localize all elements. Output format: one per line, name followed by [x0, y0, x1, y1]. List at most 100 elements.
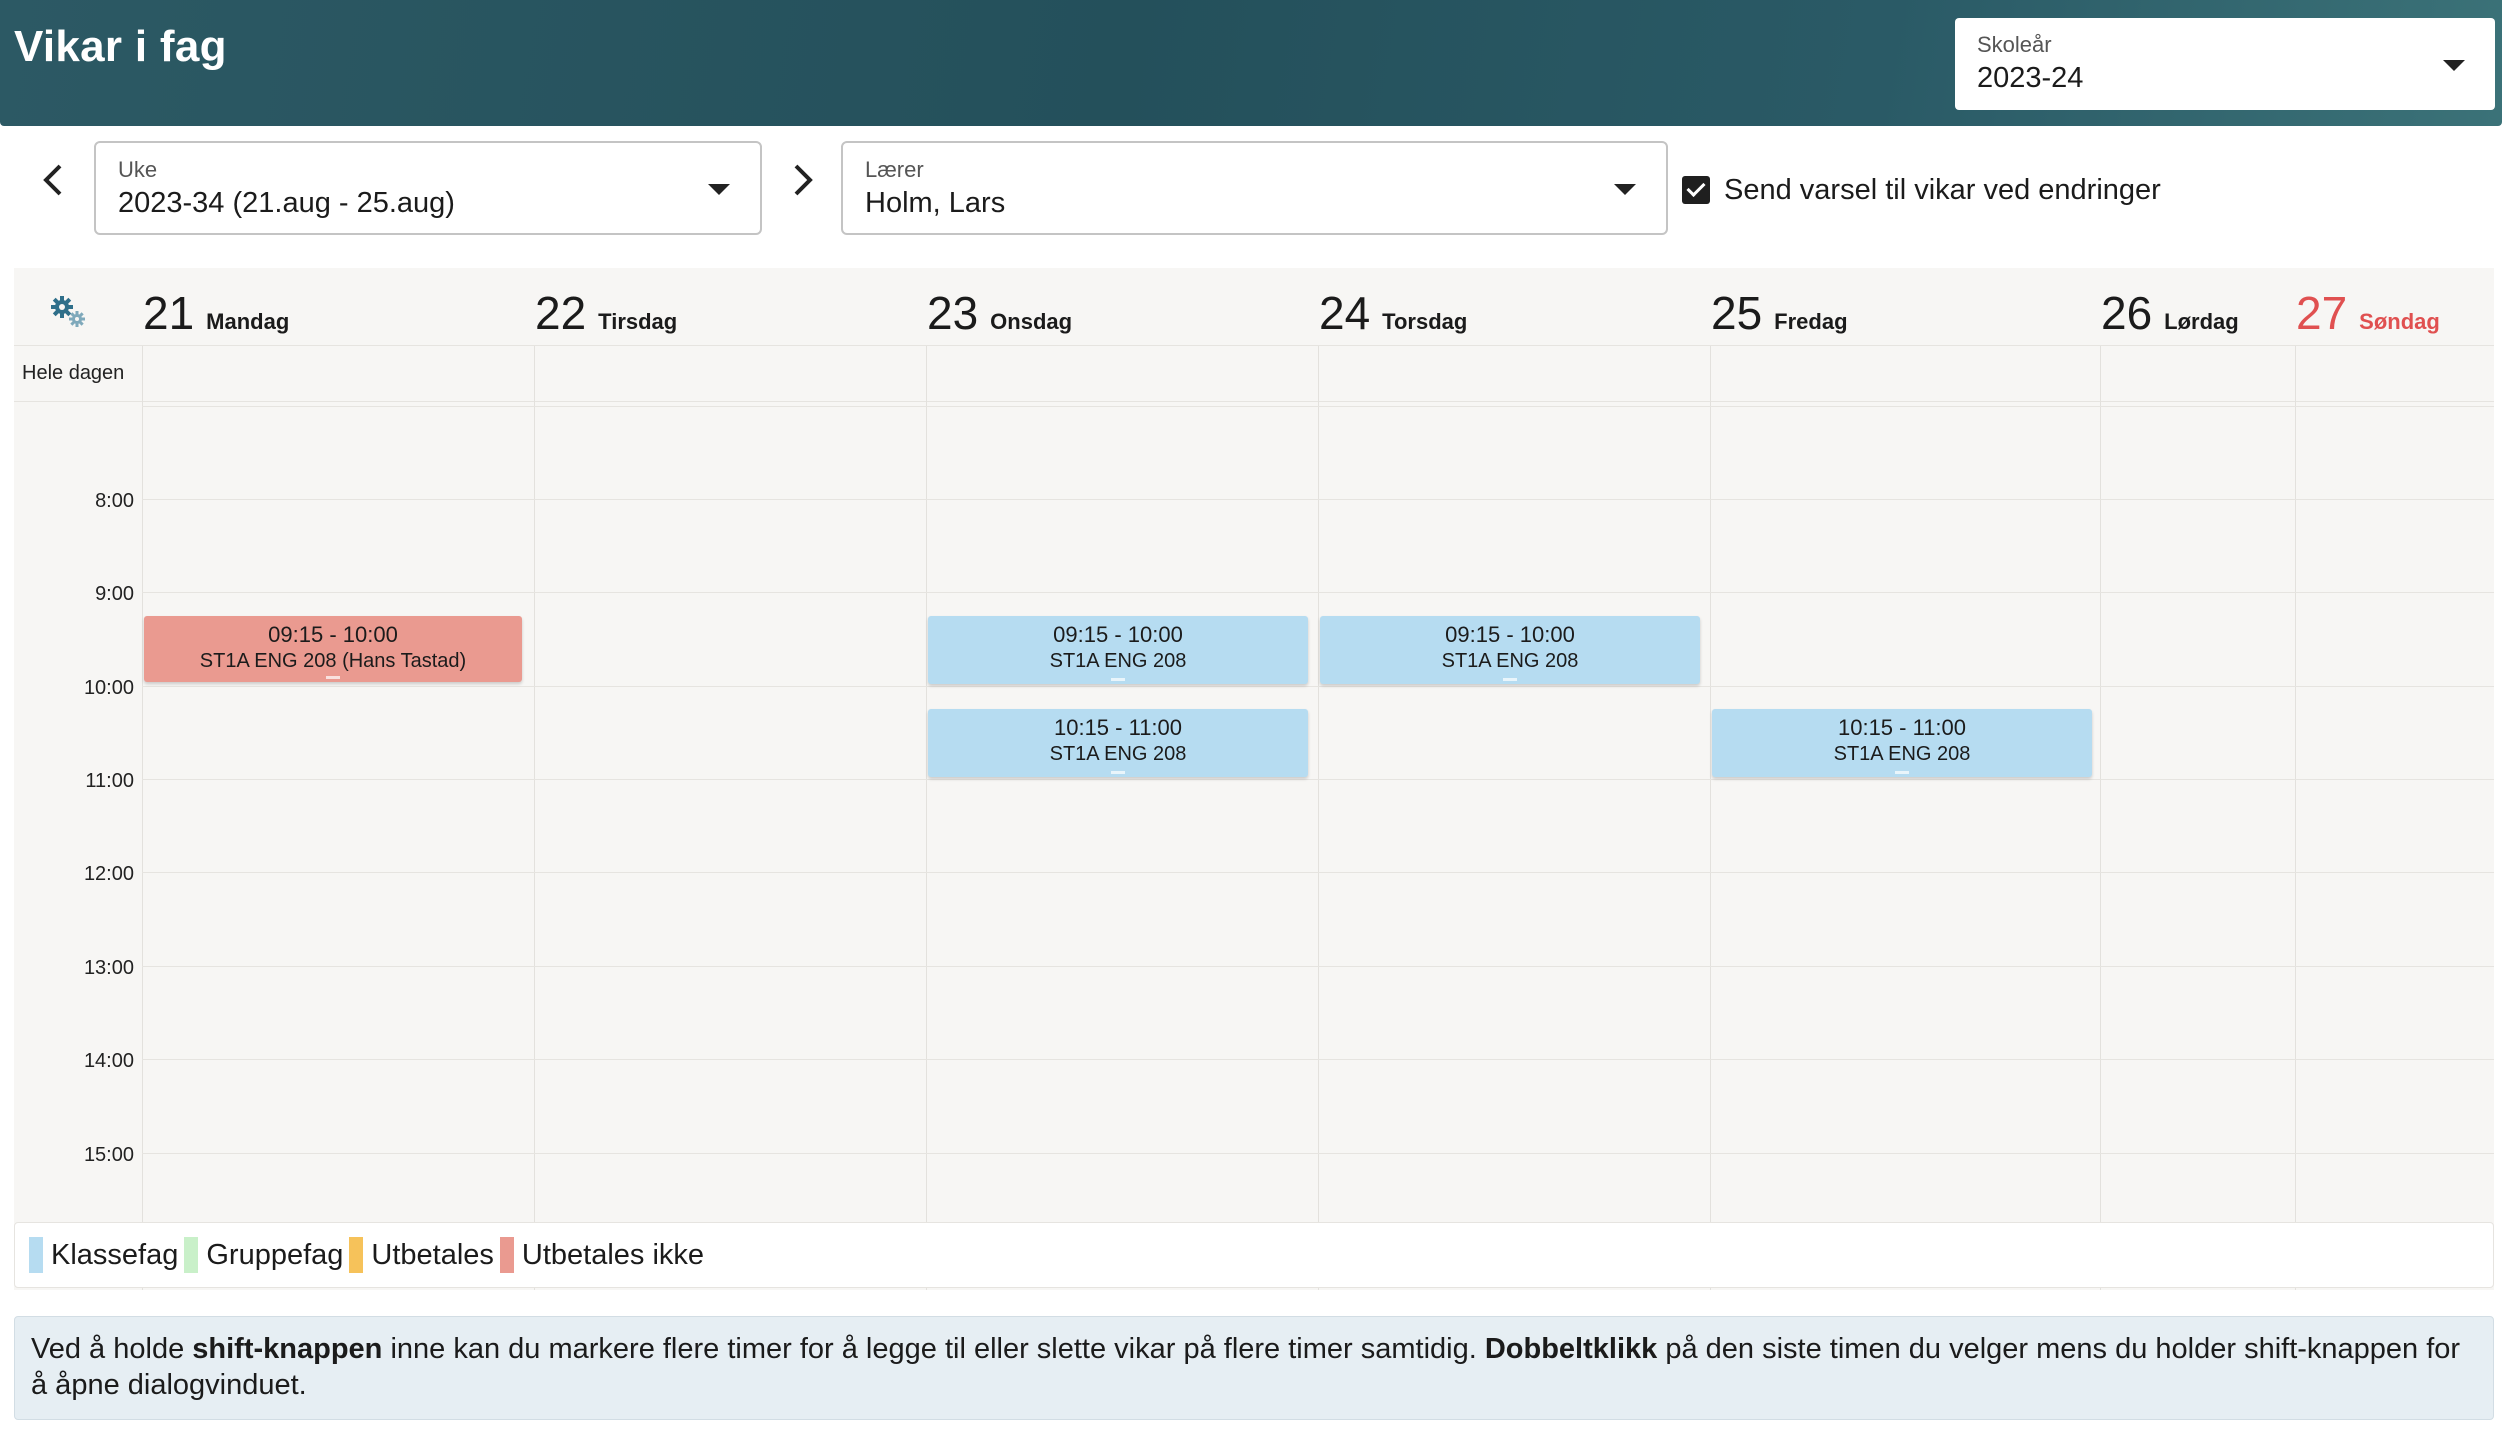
day-name: Onsdag [990, 309, 1073, 334]
legend-item: Utbetales [349, 1237, 494, 1273]
event-time: 10:15 - 11:00 [1837, 715, 1967, 740]
settings-gears-icon[interactable] [48, 294, 88, 330]
chevron-down-icon [1614, 184, 1636, 195]
day-name: Søndag [2359, 309, 2440, 334]
day-name: Lørdag [2164, 309, 2239, 334]
day-name: Fredag [1774, 309, 1848, 334]
day-header-mon[interactable]: 21 Mandag [143, 286, 289, 340]
week-calendar: 21 Mandag 22 Tirsdag 23 Onsdag 24 Torsda… [14, 268, 2494, 1290]
day-header-sun[interactable]: 27 Søndag [2296, 286, 2440, 340]
resize-handle[interactable] [1111, 678, 1125, 681]
grid-line [1318, 346, 1319, 1290]
legend-swatch [184, 1237, 199, 1273]
day-header-thu[interactable]: 24 Torsdag [1319, 286, 1467, 340]
resize-handle[interactable] [1111, 771, 1125, 774]
day-header-wed[interactable]: 23 Onsdag [927, 286, 1072, 340]
day-number: 23 [927, 287, 979, 339]
grid-line [142, 686, 2494, 687]
legend-label: Utbetales [371, 1238, 494, 1271]
time-label: 13:00 [83, 957, 134, 979]
grid-line [142, 346, 143, 1290]
day-name: Tirsdag [598, 309, 678, 334]
time-label: 15:00 [83, 1144, 134, 1166]
week-label: Uke [118, 157, 158, 182]
time-label: 12:00 [83, 863, 134, 885]
checkbox-checked-icon[interactable] [1682, 176, 1710, 204]
event-time: 10:15 - 11:00 [1053, 715, 1183, 740]
all-day-row[interactable]: Hele dagen [14, 346, 2494, 402]
legend-swatch [349, 1237, 364, 1273]
lesson-event[interactable]: 09:15 - 10:00 ST1A ENG 208 (Hans Tastad) [144, 616, 522, 682]
day-header-tue[interactable]: 22 Tirsdag [535, 286, 677, 340]
notify-substitute-label: Send varsel til vikar ved endringer [1724, 173, 2161, 206]
previous-week-button[interactable] [34, 160, 74, 200]
teacher-select[interactable]: Lærer Holm, Lars [841, 141, 1668, 235]
lesson-event[interactable]: 09:15 - 10:00 ST1A ENG 208 [1320, 616, 1700, 684]
calendar-header: 21 Mandag 22 Tirsdag 23 Onsdag 24 Torsda… [14, 268, 2494, 346]
resize-handle[interactable] [326, 676, 340, 679]
school-year-select[interactable]: Skoleår 2023-24 [1955, 18, 2495, 110]
chevron-right-icon [794, 164, 813, 196]
legend-item: Gruppefag [184, 1237, 343, 1273]
grid-line [142, 779, 2494, 780]
time-label: 10:00 [83, 677, 134, 699]
event-title: ST1A ENG 208 [1833, 743, 1971, 765]
page-title: Vikar i fag [14, 22, 227, 71]
help-info-box: Ved å holde shift-knappen inne kan du ma… [14, 1316, 2494, 1420]
lesson-event[interactable]: 10:15 - 11:00 ST1A ENG 208 [928, 709, 1308, 777]
day-number: 21 [143, 287, 195, 339]
day-header-fri[interactable]: 25 Fredag [1711, 286, 1848, 340]
day-number: 25 [1711, 287, 1763, 339]
resize-handle[interactable] [1503, 678, 1517, 681]
event-title: ST1A ENG 208 [1049, 743, 1187, 765]
grid-line [142, 872, 2494, 873]
event-time: 09:15 - 10:00 [1053, 622, 1183, 647]
resize-handle[interactable] [1895, 771, 1909, 774]
chevron-down-icon [2443, 60, 2465, 71]
lesson-event[interactable]: 09:15 - 10:00 ST1A ENG 208 [928, 616, 1308, 684]
event-time: 09:15 - 10:00 [268, 622, 398, 647]
grid-line [2295, 346, 2296, 1290]
grid-line [2100, 346, 2101, 1290]
legend-item: Klassefag [29, 1237, 178, 1273]
legend-swatch [499, 1237, 514, 1273]
grid-line [142, 499, 2494, 500]
time-label: 11:00 [85, 770, 134, 792]
notify-substitute-checkbox[interactable]: Send varsel til vikar ved endringer [1682, 172, 2161, 208]
info-bold: shift-knappen [192, 1333, 383, 1365]
grid-line [1710, 346, 1711, 1290]
lesson-event[interactable]: 10:15 - 11:00 ST1A ENG 208 [1712, 709, 2092, 777]
teacher-value: Holm, Lars [865, 187, 1006, 219]
school-year-label: Skoleår [1977, 32, 2052, 57]
week-value: 2023-34 (21.aug - 25.aug) [118, 187, 455, 219]
legend-swatch [29, 1237, 43, 1273]
info-bold: Dobbeltklikk [1484, 1333, 1658, 1365]
grid-line [142, 592, 2494, 593]
day-name: Mandag [206, 309, 290, 334]
all-day-label: Hele dagen [22, 362, 125, 384]
info-text: inne kan du markere flere timer for å le… [382, 1333, 1485, 1365]
chevron-down-icon [708, 184, 730, 195]
legend-label: Gruppefag [206, 1238, 344, 1271]
legend-item: Utbetales ikke [499, 1237, 705, 1273]
event-title: ST1A ENG 208 [1441, 650, 1579, 672]
grid-line [142, 1059, 2494, 1060]
legend-label: Klassefag [51, 1238, 179, 1271]
next-week-button[interactable] [782, 160, 822, 200]
day-number: 24 [1319, 287, 1371, 339]
event-title: ST1A ENG 208 [1049, 650, 1187, 672]
grid-line [142, 1153, 2494, 1154]
teacher-label: Lærer [865, 157, 924, 182]
grid-line [534, 346, 535, 1290]
legend: Klassefag Gruppefag Utbetales Utbetales … [14, 1222, 2494, 1288]
grid-line [142, 966, 2494, 967]
day-number: 26 [2101, 287, 2153, 339]
day-name: Torsdag [1382, 309, 1468, 334]
day-number: 27 [2296, 287, 2348, 339]
week-select[interactable]: Uke 2023-34 (21.aug - 25.aug) [94, 141, 762, 235]
day-header-sat[interactable]: 26 Lørdag [2101, 286, 2239, 340]
time-label: 14:00 [83, 1050, 134, 1072]
app-header: Vikar i fag Skoleår 2023-24 [0, 0, 2502, 126]
info-text: Ved å holde [31, 1333, 193, 1365]
legend-label: Utbetales ikke [521, 1238, 705, 1271]
